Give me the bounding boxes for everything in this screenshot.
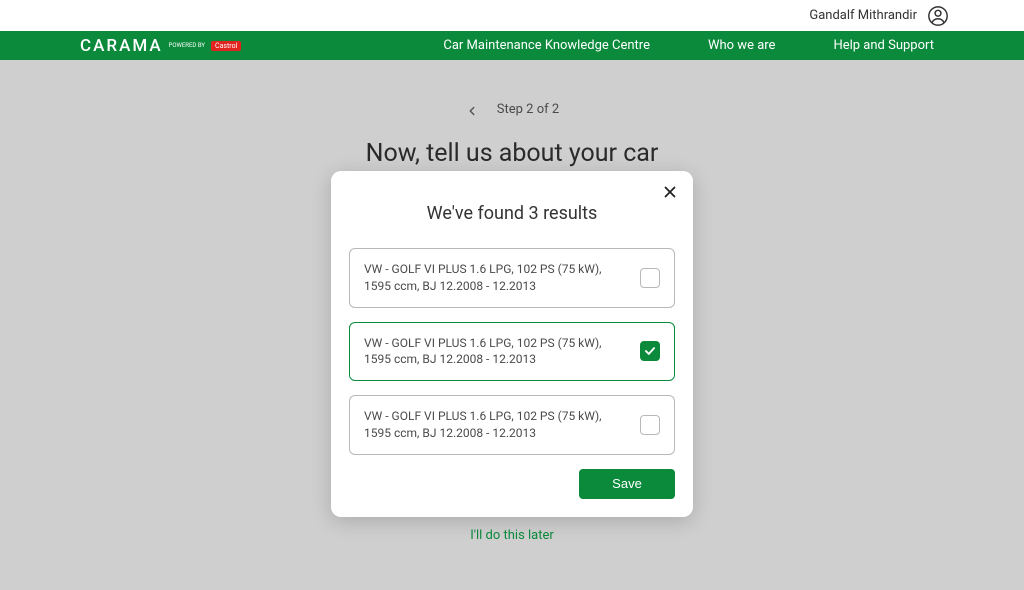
result-item-label: VW - GOLF VI PLUS 1.6 LPG, 102 PS (75 kW…: [364, 335, 628, 369]
logo-text: CARAMA: [80, 36, 163, 56]
nav-links: Car Maintenance Knowledge Centre Who we …: [443, 38, 934, 53]
brand-logo[interactable]: CARAMA POWERED BY Castrol: [80, 36, 241, 56]
castrol-badge: Castrol: [211, 41, 241, 51]
result-item[interactable]: VW - GOLF VI PLUS 1.6 LPG, 102 PS (75 kW…: [349, 395, 675, 455]
results-list: VW - GOLF VI PLUS 1.6 LPG, 102 PS (75 kW…: [349, 248, 675, 455]
do-later-link[interactable]: I'll do this later: [0, 528, 1024, 543]
user-avatar-icon[interactable]: [927, 5, 949, 27]
result-checkbox[interactable]: [640, 415, 660, 435]
powered-by-text: POWERED BY: [169, 42, 205, 49]
nav-link-help[interactable]: Help and Support: [833, 38, 934, 53]
result-item[interactable]: VW - GOLF VI PLUS 1.6 LPG, 102 PS (75 kW…: [349, 322, 675, 382]
result-checkbox[interactable]: [640, 341, 660, 361]
step-indicator-row: Step 2 of 2: [0, 102, 1024, 117]
result-item[interactable]: VW - GOLF VI PLUS 1.6 LPG, 102 PS (75 kW…: [349, 248, 675, 308]
results-modal: We've found 3 results VW - GOLF VI PLUS …: [331, 171, 693, 517]
topbar: Gandalf Mithrandir: [0, 0, 1024, 31]
result-checkbox[interactable]: [640, 268, 660, 288]
modal-footer: Save: [349, 469, 675, 499]
save-button[interactable]: Save: [579, 469, 675, 499]
back-chevron-icon[interactable]: [465, 103, 479, 117]
main-navbar: CARAMA POWERED BY Castrol Car Maintenanc…: [0, 31, 1024, 60]
step-indicator-text: Step 2 of 2: [497, 102, 559, 117]
modal-title: We've found 3 results: [349, 203, 675, 224]
nav-link-knowledge[interactable]: Car Maintenance Knowledge Centre: [443, 38, 650, 53]
page-title: Now, tell us about your car: [0, 139, 1024, 168]
nav-link-who[interactable]: Who we are: [708, 38, 775, 53]
result-item-label: VW - GOLF VI PLUS 1.6 LPG, 102 PS (75 kW…: [364, 408, 628, 442]
result-item-label: VW - GOLF VI PLUS 1.6 LPG, 102 PS (75 kW…: [364, 261, 628, 295]
current-user-name: Gandalf Mithrandir: [809, 8, 917, 23]
close-icon[interactable]: [661, 183, 679, 201]
check-icon: [643, 344, 657, 358]
